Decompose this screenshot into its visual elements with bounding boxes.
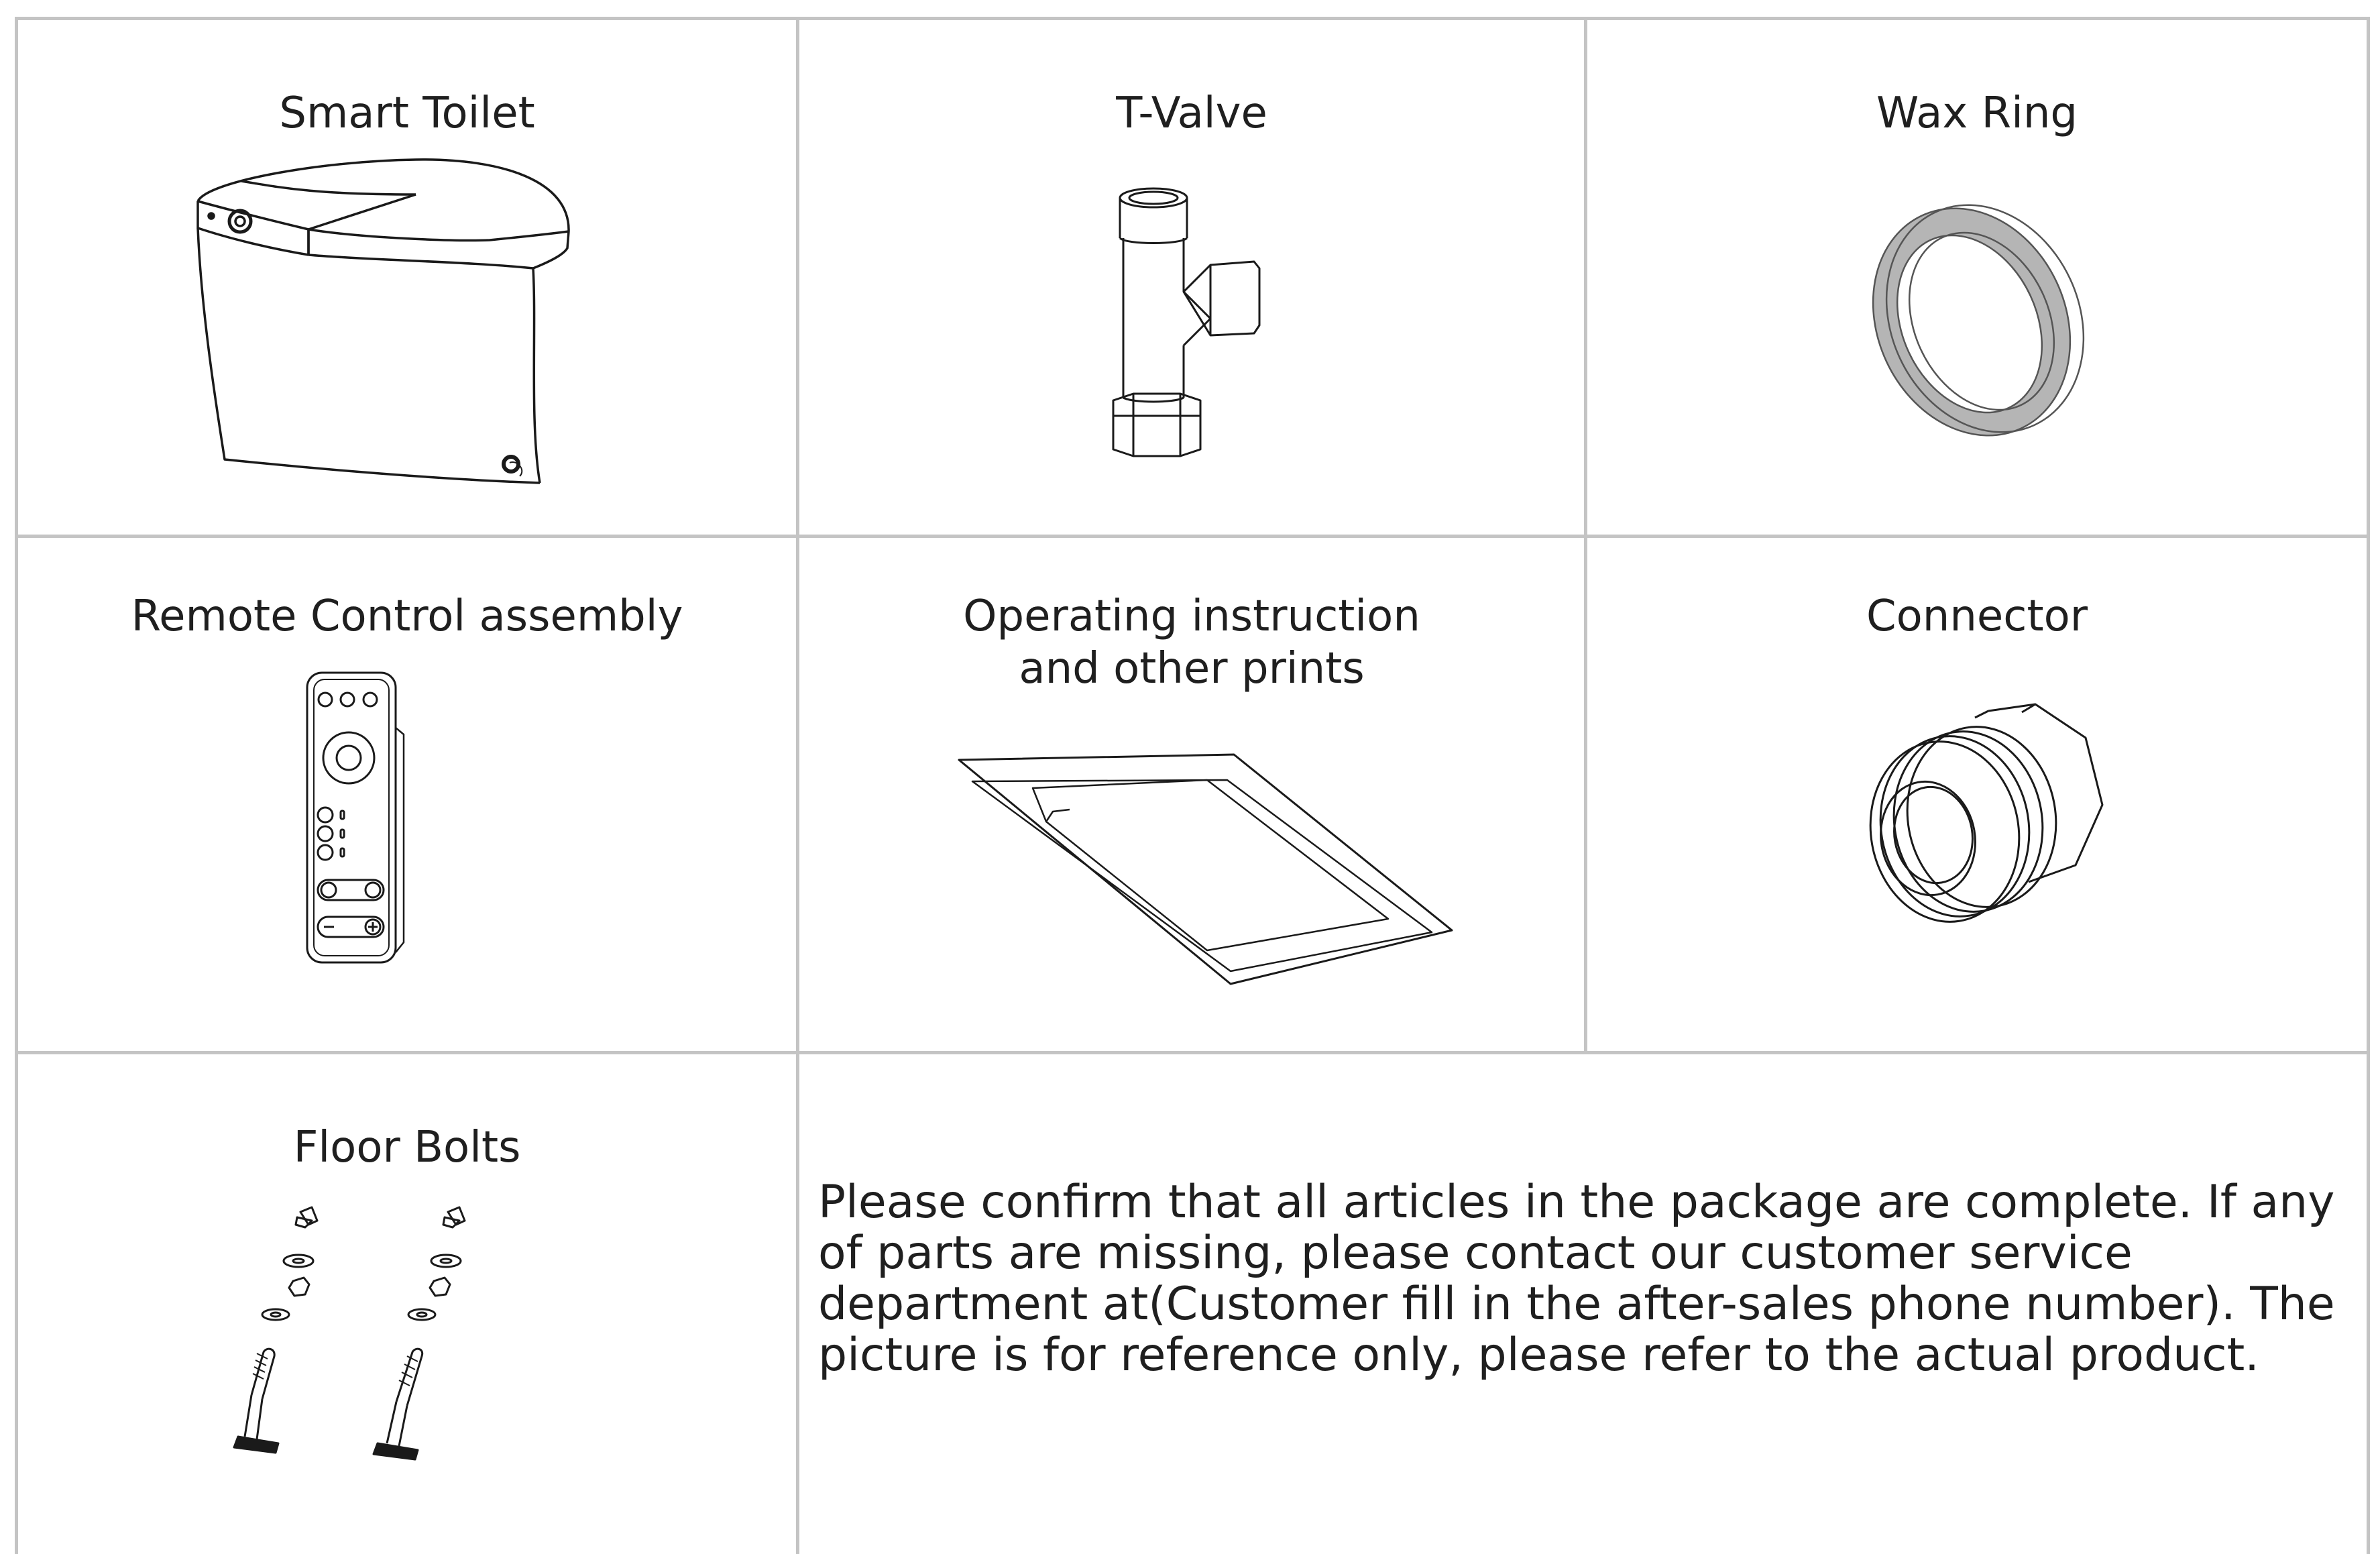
floor-bolts-icon [211, 1201, 493, 1479]
t-valve-icon [1086, 184, 1281, 466]
item-label: Connector [1866, 592, 2088, 641]
wax-ring-icon [1854, 198, 2096, 453]
item-label: Remote Control assembly [131, 592, 683, 641]
item-label: Operating instruction and other prints [963, 592, 1420, 693]
item-label: Smart Toilet [279, 89, 535, 138]
manual-prints-icon [952, 748, 1462, 986]
remote-control-icon [302, 667, 409, 969]
connector-icon [1861, 698, 2104, 946]
smart-toilet-icon [188, 154, 577, 496]
package-note: Please confirm that all articles in the … [818, 1176, 2335, 1382]
item-label: Floor Bolts [293, 1123, 521, 1172]
item-label: T-Valve [1116, 89, 1267, 138]
item-label: Wax Ring [1876, 89, 2078, 138]
